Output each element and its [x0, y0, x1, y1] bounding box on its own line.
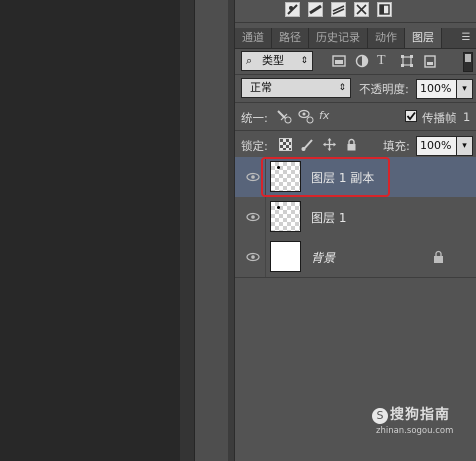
fill-dropdown-button[interactable]: ▾ — [456, 136, 473, 156]
layer-thumbnail — [270, 241, 301, 272]
canvas-scrollbar[interactable] — [180, 0, 194, 461]
filter-kind-select[interactable]: ⌕ 类型 ⇕ — [241, 51, 313, 71]
filter-toggle-switch[interactable] — [463, 52, 473, 72]
exposure-adjust-icon[interactable] — [285, 2, 300, 17]
document-canvas — [0, 0, 180, 461]
layer-name[interactable]: 背景 — [311, 249, 335, 266]
tab-history[interactable]: 历史记录 — [309, 28, 368, 48]
fill-label: 填充: — [383, 139, 410, 153]
layer-row-background[interactable]: 背景 — [235, 237, 476, 278]
updown-arrow-icon: ⇕ — [338, 83, 346, 93]
image-filter-icon[interactable] — [332, 54, 346, 68]
propagate-frame-label: 传播帧 — [422, 111, 457, 125]
eye-icon — [246, 212, 260, 222]
tab-paths[interactable]: 路径 — [272, 28, 309, 48]
lock-all-icon[interactable] — [345, 138, 358, 151]
divider — [235, 130, 476, 131]
unify-visibility-icon[interactable] — [297, 108, 315, 124]
lock-icon — [434, 250, 443, 263]
watermark-logo-icon: S — [372, 407, 388, 424]
opacity-dropdown-button[interactable]: ▾ — [456, 79, 473, 99]
lock-transparent-pixels-icon[interactable] — [279, 138, 292, 151]
shape-filter-icon[interactable] — [400, 54, 414, 68]
watermark: S 搜狗指南 zhinan.sogou.com — [372, 404, 453, 436]
adjustment-filter-icon[interactable] — [355, 54, 369, 68]
visibility-toggle[interactable] — [235, 197, 266, 237]
propagate-frame-value: 1 — [463, 110, 471, 124]
unify-style-icon[interactable]: fx — [319, 108, 337, 124]
filter-kind-label: 类型 — [262, 54, 284, 67]
blend-mode-label: 正常 — [250, 81, 272, 94]
blend-mode-select[interactable]: 正常 ⇕ — [241, 78, 351, 98]
layer-name[interactable]: 图层 1 — [311, 209, 346, 226]
tab-actions[interactable]: 动作 — [368, 28, 405, 48]
unify-position-icon[interactable] — [275, 108, 293, 124]
updown-arrow-icon: ⇕ — [300, 56, 308, 66]
layer-row-layer1[interactable]: 图层 1 — [235, 197, 476, 238]
panel-menu-icon[interactable]: ☰ — [459, 32, 473, 44]
divider — [235, 74, 476, 75]
type-filter-icon[interactable]: T — [377, 54, 391, 68]
selection-highlight-annotation — [261, 157, 390, 197]
tab-channels[interactable]: 通道 — [235, 28, 272, 48]
opacity-label: 不透明度: — [359, 82, 409, 96]
propagate-frame-checkbox[interactable] — [405, 110, 417, 122]
selective-color-icon[interactable] — [331, 2, 346, 17]
lock-label: 锁定: — [241, 139, 268, 153]
visibility-toggle[interactable] — [235, 237, 266, 277]
layer-thumbnail — [270, 201, 301, 232]
eye-icon — [246, 172, 260, 182]
watermark-text: 搜狗指南 — [390, 407, 450, 423]
posterize-icon[interactable] — [377, 2, 392, 17]
adjustments-icon-row — [235, 0, 476, 23]
panel-tabs: 通道 路径 历史记录 动作 图层 ☰ — [235, 28, 476, 49]
watermark-url: zhinan.sogou.com — [376, 426, 454, 436]
fill-input[interactable]: 100% — [416, 136, 457, 156]
collapsed-panel-dock[interactable] — [194, 0, 230, 461]
divider — [235, 102, 476, 103]
threshold-icon[interactable] — [354, 2, 369, 17]
unify-label: 统一: — [241, 111, 268, 125]
opacity-input[interactable]: 100% — [416, 79, 457, 99]
lock-position-icon[interactable] — [323, 138, 336, 151]
search-icon: ⌕ — [246, 54, 253, 67]
layers-panel: 通道 路径 历史记录 动作 图层 ☰ ⌕ 类型 ⇕ T 正常 ⇕ 不透明度: 1… — [234, 0, 476, 461]
lock-image-pixels-icon[interactable] — [301, 138, 314, 151]
eye-icon — [246, 252, 260, 262]
gradient-map-icon[interactable] — [308, 2, 323, 17]
smart-object-filter-icon[interactable] — [423, 54, 437, 68]
tab-layers[interactable]: 图层 — [405, 28, 442, 48]
